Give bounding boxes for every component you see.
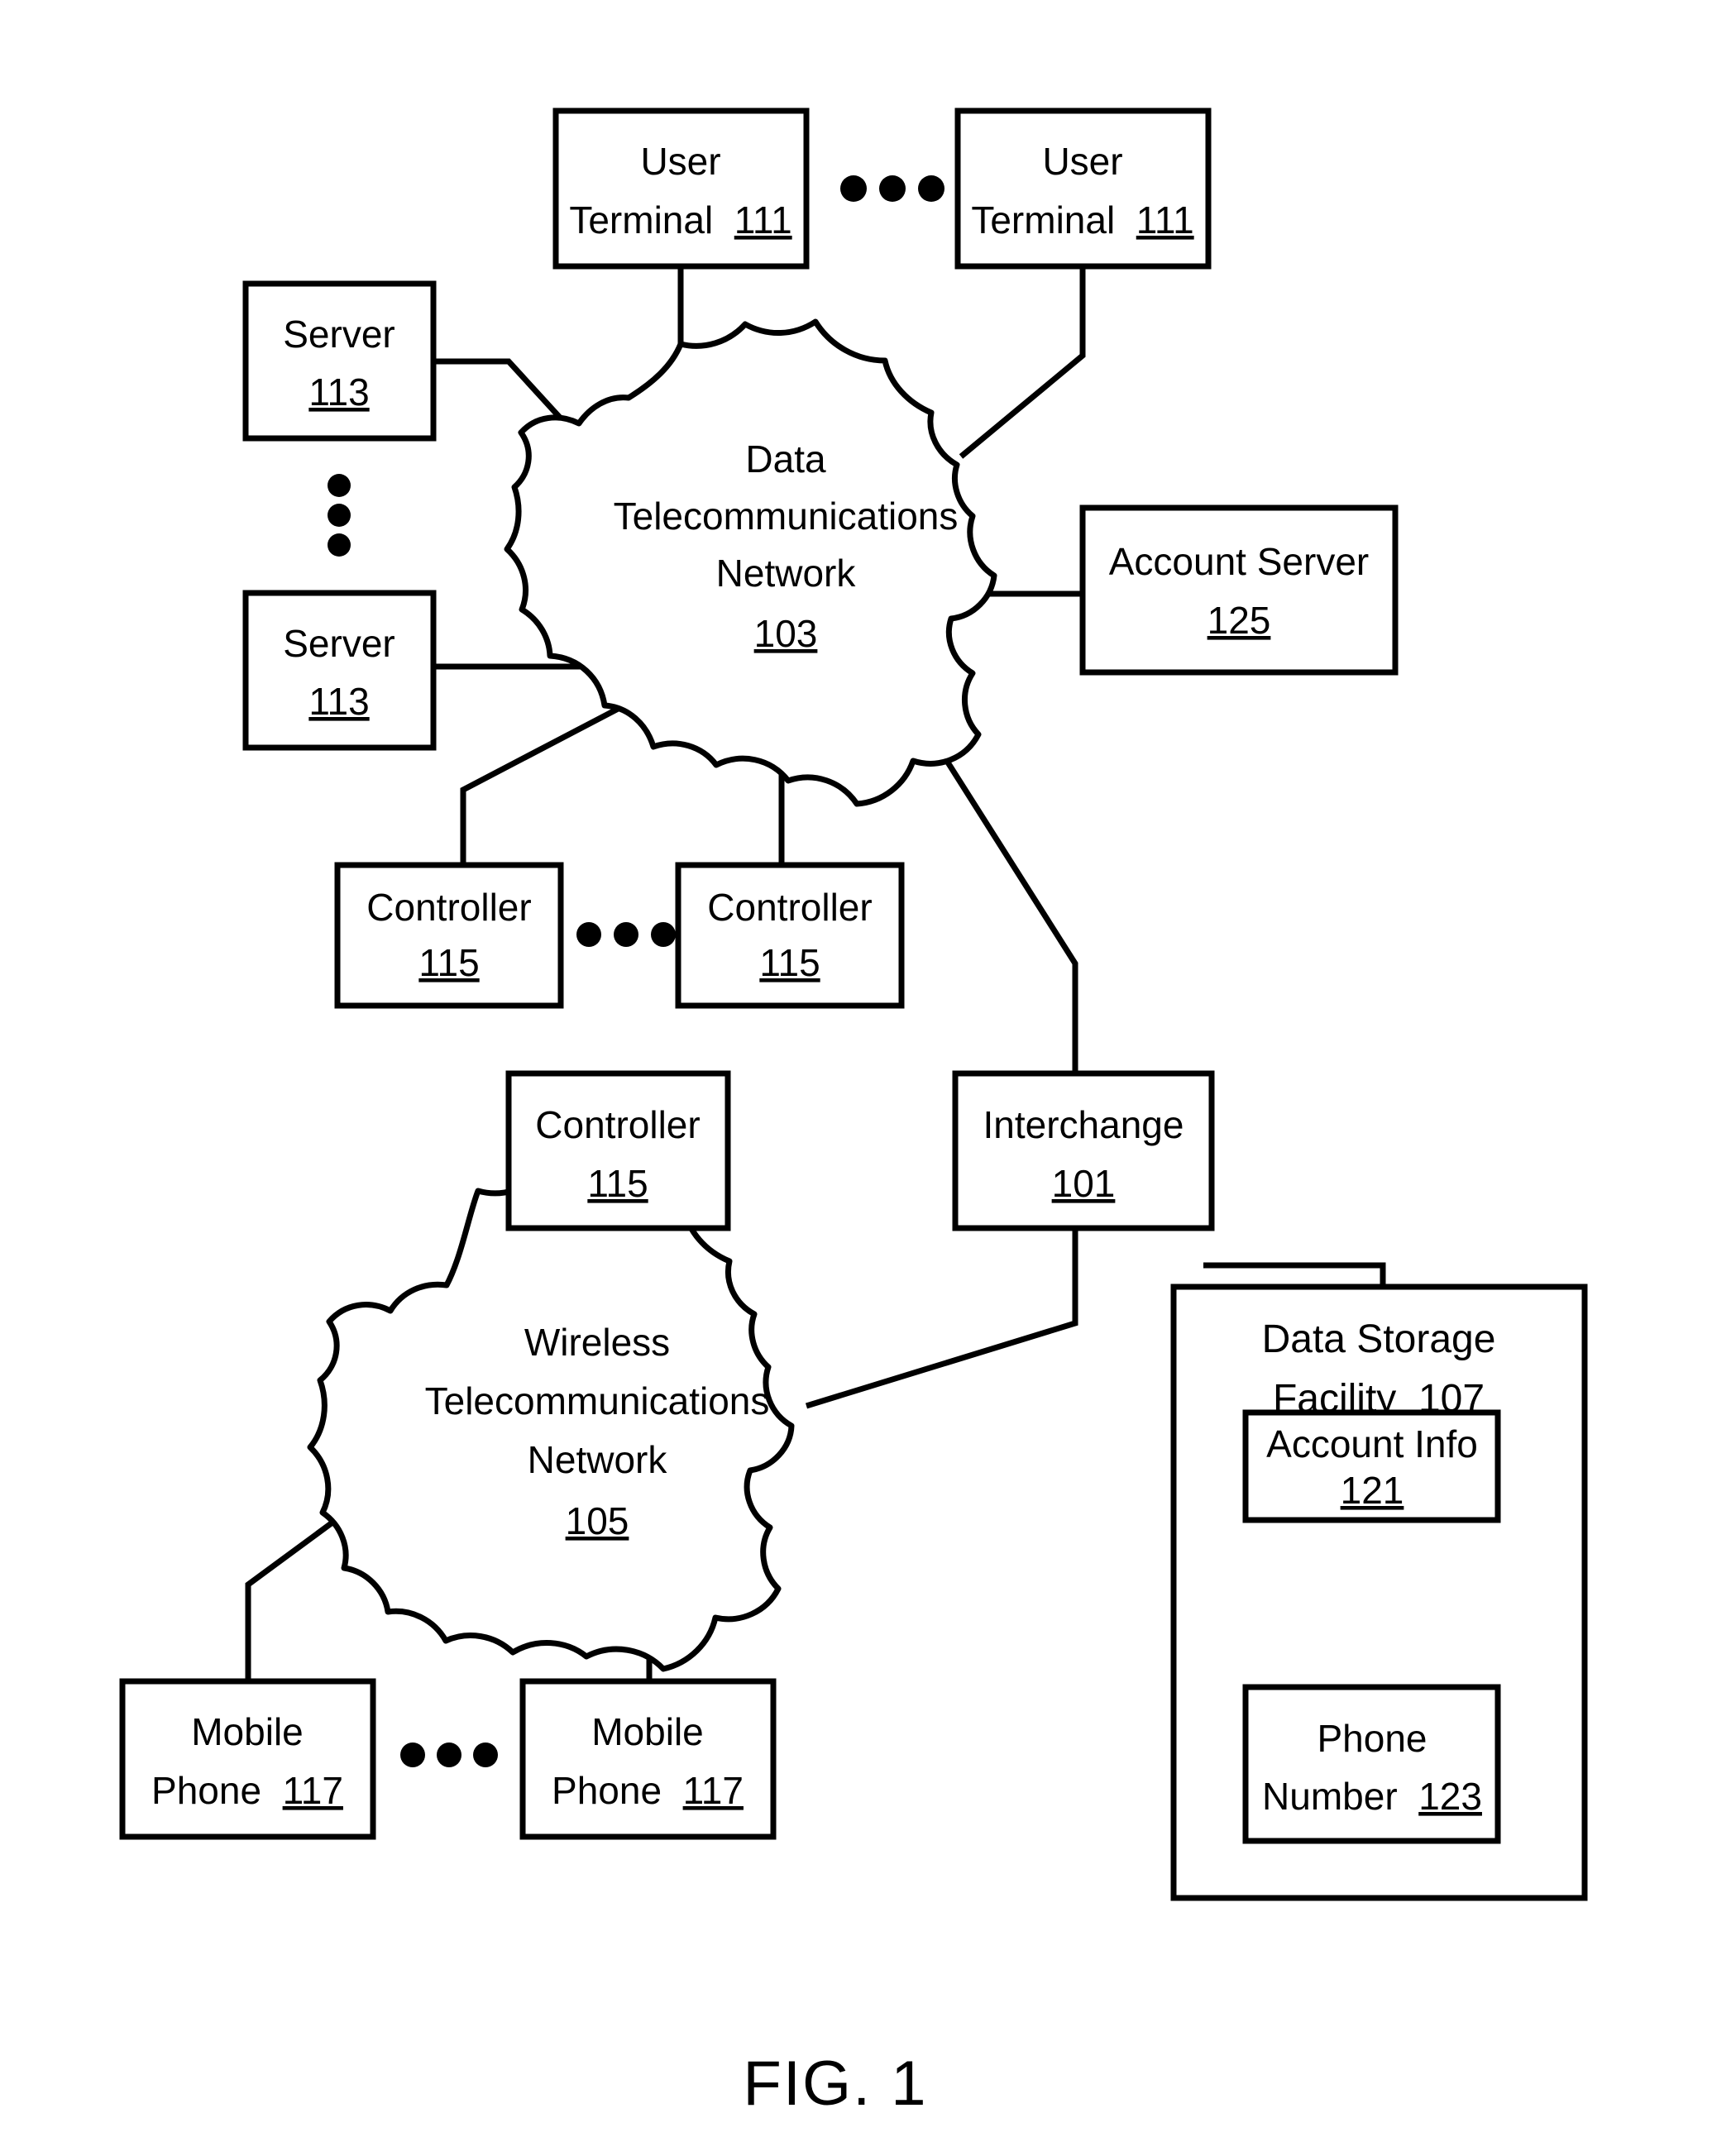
phone-number-line1: Phone <box>1317 1717 1427 1760</box>
link-interchange-to-data-storage-facility <box>1203 1262 1386 1287</box>
node-account-info[interactable]: Account Info 121 <box>1242 1409 1501 1523</box>
wireless-network-line3: Network <box>528 1438 668 1481</box>
mobile-phone-1-line2: Phone 117 <box>151 1769 343 1812</box>
mobile-phone-1-box <box>119 1678 376 1840</box>
data-storage-facility-line1: Data Storage <box>1262 1317 1496 1361</box>
node-controller-3[interactable]: Controller 115 <box>505 1070 731 1231</box>
link-data-network-to-interchange <box>916 714 1078 1073</box>
ellipsis-dot <box>918 175 944 202</box>
controller-2-ref: 115 <box>759 941 820 984</box>
account-info-line1: Account Info <box>1266 1422 1478 1465</box>
controller-1-line1: Controller <box>366 886 531 929</box>
ellipsis-dot <box>651 922 676 947</box>
figure-caption: FIG. 1 <box>743 2048 927 2119</box>
wireless-network-line2: Telecommunications <box>425 1379 770 1422</box>
link-interchange-to-wireless-network <box>805 1228 1078 1409</box>
account-info-ref: 121 <box>1341 1469 1404 1512</box>
controller-3-ref: 115 <box>587 1162 648 1205</box>
node-user-terminal-1[interactable]: User Terminal 111 <box>552 108 810 270</box>
wireless-network-ref: 105 <box>566 1499 629 1542</box>
mobile-phone-2-box <box>519 1678 777 1840</box>
data-network-line3: Network <box>716 552 857 595</box>
ellipsis-user-terminals <box>840 175 944 202</box>
node-account-server[interactable]: Account Server 125 <box>1079 504 1399 676</box>
controller-3-line1: Controller <box>535 1103 700 1146</box>
account-server-line1: Account Server <box>1109 540 1369 583</box>
ellipsis-dot <box>328 504 351 527</box>
node-phone-number[interactable]: Phone Number 123 <box>1242 1684 1501 1844</box>
patent-figure-1: Data Telecommunications Network 103 Wire… <box>0 0 1712 2156</box>
user-terminal-1-line1: User <box>640 140 720 183</box>
node-controller-1[interactable]: Controller 115 <box>334 862 564 1009</box>
ellipsis-dot <box>328 533 351 557</box>
ellipsis-controllers <box>576 922 676 947</box>
node-user-terminal-2[interactable]: User Terminal 111 <box>954 108 1212 270</box>
node-interchange[interactable]: Interchange 101 <box>952 1070 1215 1231</box>
user-terminal-2-box <box>954 108 1212 270</box>
controller-1-ref: 115 <box>418 941 479 984</box>
server-top-line1: Server <box>283 313 395 356</box>
server-top-box <box>242 280 437 442</box>
server-bottom-line1: Server <box>283 622 395 665</box>
data-network-ref: 103 <box>754 612 818 655</box>
interchange-line1: Interchange <box>983 1103 1184 1146</box>
interchange-ref: 101 <box>1052 1162 1116 1205</box>
node-mobile-phone-2[interactable]: Mobile Phone 117 <box>519 1678 777 1840</box>
node-controller-2[interactable]: Controller 115 <box>675 862 905 1009</box>
ellipsis-dot <box>879 175 906 202</box>
ellipsis-dot <box>614 922 638 947</box>
user-terminal-1-box <box>552 108 810 270</box>
server-top-ref: 113 <box>308 370 369 414</box>
wireless-network-line1: Wireless <box>524 1321 670 1364</box>
user-terminal-2-line1: User <box>1042 140 1122 183</box>
mobile-phone-2-line2: Phone 117 <box>552 1769 744 1812</box>
node-mobile-phone-1[interactable]: Mobile Phone 117 <box>119 1678 376 1840</box>
phone-number-line2: Number 123 <box>1262 1775 1482 1818</box>
ellipsis-mobile-phones <box>400 1742 498 1767</box>
user-terminal-1-line2: Terminal 111 <box>569 198 791 241</box>
node-data-storage-facility[interactable]: Data Storage Facility 107 Account Info 1… <box>1170 1284 1588 1901</box>
ellipsis-dot <box>840 175 867 202</box>
link-user-terminal-2-to-data-network <box>959 266 1086 459</box>
controller-2-line1: Controller <box>707 886 872 929</box>
account-server-ref: 125 <box>1207 599 1271 642</box>
ellipsis-dot <box>400 1742 425 1767</box>
mobile-phone-2-line1: Mobile <box>591 1710 704 1753</box>
node-server-top[interactable]: Server 113 <box>242 280 437 442</box>
mobile-phone-1-line1: Mobile <box>191 1710 304 1753</box>
server-bottom-ref: 113 <box>308 680 369 723</box>
ellipsis-servers-vertical <box>328 474 351 557</box>
user-terminal-2-line2: Terminal 111 <box>971 198 1193 241</box>
ellipsis-dot <box>576 922 601 947</box>
server-bottom-box <box>242 590 437 751</box>
node-server-bottom[interactable]: Server 113 <box>242 590 437 751</box>
ellipsis-dot <box>437 1742 461 1767</box>
data-network-line1: Data <box>745 437 826 480</box>
phone-number-box <box>1242 1684 1501 1844</box>
diagram-canvas: Data Telecommunications Network 103 Wire… <box>119 108 1588 2119</box>
ellipsis-dot <box>473 1742 498 1767</box>
account-server-box <box>1079 504 1399 676</box>
node-wireless-telecommunications-network[interactable]: Wireless Telecommunications Network 105 <box>307 1166 795 1672</box>
data-network-line2: Telecommunications <box>614 495 959 538</box>
ellipsis-dot <box>328 474 351 497</box>
